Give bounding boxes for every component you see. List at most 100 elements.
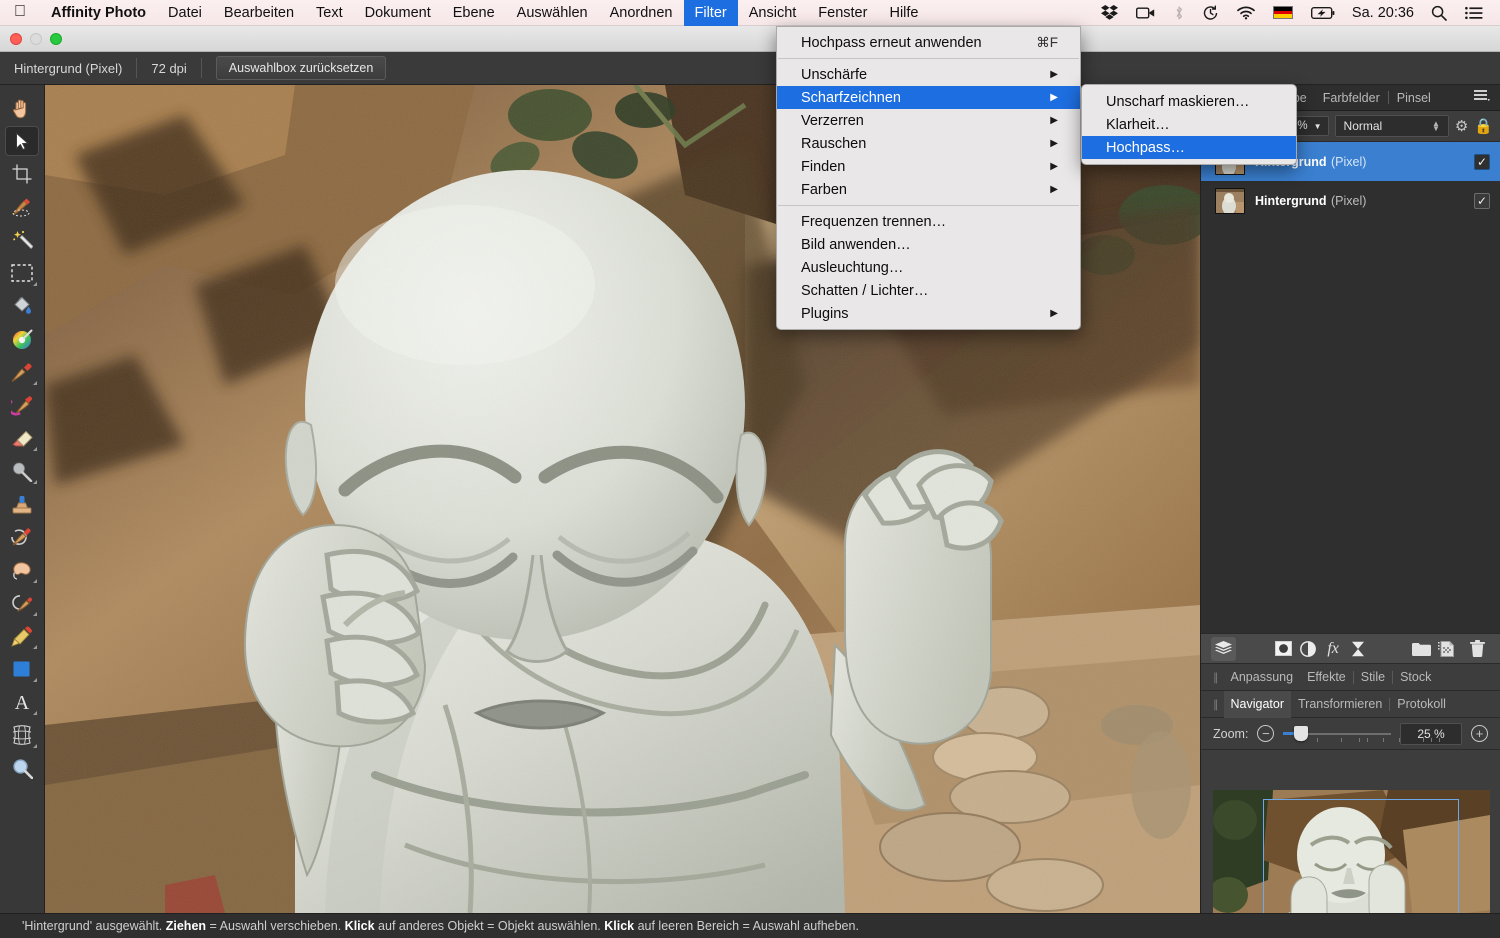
menu-fenster[interactable]: Fenster	[807, 0, 878, 26]
dropbox-icon[interactable]	[1092, 0, 1127, 26]
tab-anpassung[interactable]: Anpassung	[1224, 670, 1301, 684]
window-close-button[interactable]	[10, 32, 22, 45]
plus-circle-icon[interactable]: +	[1471, 725, 1488, 742]
colour-picker-tool[interactable]	[5, 324, 39, 354]
menu-app-name[interactable]: Affinity Photo	[40, 0, 157, 26]
panel-menu-icon[interactable]	[1474, 90, 1500, 105]
minus-circle-icon[interactable]: −	[1257, 725, 1275, 742]
zoom-tool[interactable]	[5, 753, 39, 783]
clone-brush-tool[interactable]	[5, 489, 39, 519]
blur-brush-tool[interactable]	[5, 588, 39, 618]
delete-layer-icon[interactable]	[1465, 637, 1490, 661]
tab-protokoll[interactable]: Protokoll	[1390, 697, 1453, 711]
menu-item-farben[interactable]: Farben ▶	[777, 178, 1080, 201]
colour-replacement-brush-tool[interactable]	[5, 390, 39, 420]
submenu-item-klarheit[interactable]: Klarheit…	[1082, 113, 1296, 136]
lock-icon[interactable]: 🔒	[1474, 117, 1493, 135]
battery-charging-icon[interactable]	[1302, 0, 1344, 26]
tab-stile[interactable]: Stile	[1354, 670, 1392, 684]
navigator-preview[interactable]	[1201, 750, 1500, 938]
bluetooth-icon[interactable]	[1165, 0, 1193, 26]
undo-brush-tool[interactable]	[5, 522, 39, 552]
pen-tool[interactable]	[5, 621, 39, 651]
menu-item-frequenzen-trennen[interactable]: Frequenzen trennen…	[777, 210, 1080, 233]
slider-knob[interactable]	[1294, 726, 1309, 741]
erase-brush-tool[interactable]	[5, 423, 39, 453]
menu-item-label: Frequenzen trennen…	[801, 213, 947, 230]
flood-fill-tool[interactable]	[5, 291, 39, 321]
magic-wand-tool[interactable]	[5, 225, 39, 255]
menu-text[interactable]: Text	[305, 0, 354, 26]
menu-anordnen[interactable]: Anordnen	[599, 0, 684, 26]
blend-mode-select[interactable]: Normal ▲ ▼	[1334, 115, 1449, 137]
submenu-item-hochpass[interactable]: Hochpass…	[1082, 136, 1296, 159]
window-minimize-button[interactable]	[30, 32, 42, 45]
menu-item-finden[interactable]: Finden ▶	[777, 155, 1080, 178]
window-zoom-button[interactable]	[50, 32, 62, 45]
mesh-warp-tool[interactable]	[5, 720, 39, 750]
reset-selection-box-button[interactable]: Auswahlbox zurücksetzen	[215, 56, 387, 80]
menu-ebene[interactable]: Ebene	[442, 0, 506, 26]
tab-effekte[interactable]: Effekte	[1300, 670, 1353, 684]
smudge-brush-tool[interactable]	[5, 555, 39, 585]
wifi-icon[interactable]	[1228, 0, 1264, 26]
menu-filter[interactable]: Filter	[683, 0, 738, 26]
layers-stack-icon[interactable]	[1211, 636, 1236, 661]
move-tool[interactable]	[5, 126, 39, 156]
apple-logo-icon[interactable]: 	[0, 3, 40, 20]
selection-brush-tool[interactable]	[5, 192, 39, 222]
adjustment-layer-icon[interactable]	[1296, 637, 1321, 661]
menu-bearbeiten[interactable]: Bearbeiten	[213, 0, 305, 26]
context-toolbar: Hintergrund (Pixel) 72 dpi Auswahlbox zu…	[0, 52, 1500, 85]
menu-item-ausleuchtung[interactable]: Ausleuchtung…	[777, 256, 1080, 279]
notification-center-icon[interactable]	[1456, 0, 1492, 26]
view-tool[interactable]	[5, 93, 39, 123]
tab-transformieren[interactable]: Transformieren	[1291, 697, 1389, 711]
menu-auswaehlen[interactable]: Auswählen	[506, 0, 599, 26]
status-bold-3: Klick	[604, 919, 635, 933]
crop-tool[interactable]	[5, 159, 39, 189]
menu-item-verzerren[interactable]: Verzerren ▶	[777, 109, 1080, 132]
tab-stock[interactable]: Stock	[1393, 670, 1438, 684]
mask-layer-icon[interactable]	[1271, 637, 1296, 661]
screen-recording-icon[interactable]	[1127, 0, 1165, 26]
keyboard-flag-de-icon[interactable]	[1264, 0, 1302, 26]
menu-item-schatten-lichter[interactable]: Schatten / Lichter…	[777, 279, 1080, 302]
panel-drag-handle[interactable]: ∥	[1207, 698, 1224, 711]
new-pixel-layer-icon[interactable]	[1434, 637, 1459, 661]
tab-farbfelder[interactable]: Farbfelder	[1315, 91, 1388, 105]
text-tool[interactable]: A	[5, 687, 39, 717]
layer-visibility-checkbox[interactable]: ✓	[1474, 192, 1490, 209]
menu-item-unschaerfe[interactable]: Unschärfe ▶	[777, 63, 1080, 86]
dodge-brush-tool[interactable]	[5, 456, 39, 486]
menu-item-scharfzeichnen[interactable]: Scharfzeichnen ▶	[777, 86, 1080, 109]
layer-row-2[interactable]: Hintergrund (Pixel) ✓	[1201, 181, 1500, 220]
menu-item-bild-anwenden[interactable]: Bild anwenden…	[777, 233, 1080, 256]
zoom-slider[interactable]	[1283, 725, 1441, 743]
submenu-item-unscharf-maskieren[interactable]: Unscharf maskieren…	[1082, 90, 1296, 113]
menu-ansicht[interactable]: Ansicht	[738, 0, 808, 26]
shape-tool[interactable]	[5, 654, 39, 684]
menu-item-reapply-highpass[interactable]: Hochpass erneut anwenden ⌘F	[777, 31, 1080, 54]
paint-brush-tool[interactable]	[5, 357, 39, 387]
new-group-icon[interactable]	[1409, 637, 1434, 661]
menu-dokument[interactable]: Dokument	[354, 0, 442, 26]
menu-item-label: Schatten / Lichter…	[801, 282, 929, 299]
menu-hilfe[interactable]: Hilfe	[878, 0, 929, 26]
live-filter-layer-icon[interactable]: fx	[1321, 637, 1346, 661]
tab-navigator[interactable]: Navigator	[1223, 690, 1291, 718]
status-text-1: = Auswahl verschieben.	[206, 919, 345, 933]
tab-pinsel[interactable]: Pinsel	[1389, 91, 1439, 105]
menubar-clock[interactable]: Sa. 20:36	[1344, 5, 1422, 21]
search-icon[interactable]	[1422, 0, 1456, 26]
menu-item-label: Plugins	[801, 305, 849, 322]
menu-item-rauschen[interactable]: Rauschen ▶	[777, 132, 1080, 155]
marquee-tool[interactable]	[5, 258, 39, 288]
time-machine-icon[interactable]	[1193, 0, 1228, 26]
gear-icon[interactable]: ⚙	[1455, 117, 1468, 135]
layer-visibility-checkbox[interactable]: ✓	[1474, 153, 1490, 170]
hourglass-icon[interactable]	[1346, 637, 1371, 661]
panel-drag-handle[interactable]: ∥	[1207, 671, 1224, 684]
menu-item-plugins[interactable]: Plugins ▶	[777, 302, 1080, 325]
menu-datei[interactable]: Datei	[157, 0, 213, 26]
